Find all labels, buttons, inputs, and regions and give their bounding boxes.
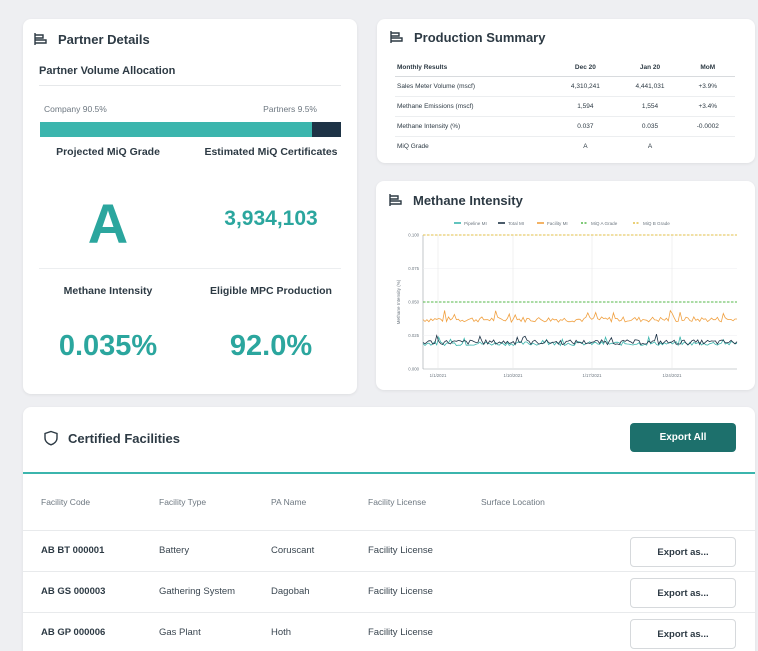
certified-facilities-title: Certified Facilities (68, 430, 180, 446)
divider (23, 472, 755, 474)
table-cell: MiQ Grade (397, 143, 429, 150)
column-header-surface-location: Surface Location (481, 497, 545, 507)
methane-intensity-value: 0.035% (58, 330, 158, 362)
certificates-value: 3,934,103 (224, 207, 318, 230)
allocation-bar (40, 122, 341, 137)
table-cell: A (583, 143, 588, 150)
company-allocation-fill (40, 122, 313, 137)
bar-chart-icon (390, 31, 403, 43)
export-as-button[interactable]: Export as... (630, 619, 736, 649)
certified-facilities-header: Certified Facilities (43, 430, 180, 446)
facility-license: Facility License (368, 545, 433, 556)
column-header: Monthly Results (395, 59, 552, 77)
y-axis-label: Methane Intensity (%) (396, 279, 401, 324)
legend-label: Facility MI (547, 221, 568, 226)
y-tick-label: 0.100 (408, 233, 419, 238)
x-tick-label: 1/10/2021 (503, 373, 523, 378)
export-as-button[interactable]: Export as... (630, 578, 736, 608)
table-cell (681, 137, 735, 157)
facility-code: AB BT 000001 (41, 545, 105, 556)
production-summary-title: Production Summary (414, 29, 546, 45)
export-all-button[interactable]: Export All (630, 423, 736, 452)
partner-details-card: Partner Details Partner Volume Allocatio… (23, 19, 357, 394)
facility-code: AB GP 000006 (41, 627, 106, 638)
divider (39, 85, 341, 86)
table-cell: 0.035 (619, 116, 681, 137)
facility-type: Gas Plant (159, 627, 201, 638)
x-tick-label: 1/17/2021 (582, 373, 602, 378)
certificates-label: Estimated MiQ Certificates (204, 146, 338, 158)
projected-grade-value: A (87, 192, 129, 255)
facility-license: Facility License (368, 627, 433, 638)
volume-allocation-title: Partner Volume Allocation (39, 65, 176, 77)
facility-mi-line (422, 309, 737, 324)
production-summary-table: Monthly Results Dec 20 Jan 20 MoM Sales … (395, 59, 735, 156)
production-summary-header: Production Summary (389, 29, 545, 45)
table-header-row: Monthly Results Dec 20 Jan 20 MoM (395, 59, 735, 77)
column-header: Dec 20 (551, 59, 620, 77)
production-summary-card: Production Summary Monthly Results Dec 2… (377, 19, 755, 163)
table-cell: Sales Meter Volume (mscf) (395, 76, 552, 97)
partners-share-label: Partners 9.5% (263, 104, 317, 114)
table-cell: A (647, 143, 653, 150)
table-cell: 0.037 (551, 116, 620, 137)
table-row: Sales Meter Volume (mscf) 4,310,241 4,44… (395, 76, 735, 97)
divider (39, 268, 341, 269)
y-tick-label: 0.025 (408, 333, 419, 338)
facility-type: Battery (159, 545, 190, 556)
certified-facilities-card: Certified Facilities Export All Facility… (23, 407, 755, 651)
table-cell: Methane Emissions (mscf) (395, 96, 552, 117)
column-header-pa-name: PA Name (271, 497, 307, 507)
table-cell: 4,441,031 (619, 76, 681, 97)
table-row: AB GS 000003 Gathering System Dagobah Fa… (23, 571, 755, 612)
column-header: MoM (680, 59, 735, 77)
table-cell: -0.0002 (680, 116, 735, 137)
y-tick-label: 0.075 (408, 266, 419, 271)
column-header-facility-code: Facility Code (41, 497, 91, 507)
x-tick-label: 1/24/2021 (662, 373, 682, 378)
methane-intensity-title: Methane Intensity (413, 192, 523, 208)
table-row: AB BT 000001 Battery Coruscant Facility … (23, 530, 755, 571)
methane-intensity-header: Methane Intensity (388, 192, 523, 208)
table-row: MiQ Grade A A (395, 137, 735, 157)
y-tick-label: 0.050 (408, 300, 419, 305)
table-cell: 4,310,241 (551, 76, 620, 97)
table-row: Methane Emissions (mscf) 1,594 1,554 +3.… (395, 96, 735, 117)
facility-code: AB GS 000003 (41, 586, 106, 597)
y-tick-label: 0.000 (408, 367, 419, 372)
column-header: Jan 20 (619, 59, 681, 77)
column-header-facility-type: Facility Type (159, 497, 207, 507)
table-row: Methane Intensity (%) 0.037 0.035 -0.000… (395, 116, 735, 137)
x-tick-label: 1/1/2021 (430, 373, 447, 378)
legend-label: Total MI (508, 221, 524, 226)
methane-intensity-card: Methane Intensity Pipeline MI Total MI Fac… (376, 181, 755, 390)
facility-license: Facility License (368, 586, 433, 597)
shield-icon (44, 430, 58, 446)
mpc-label: Eligible MPC Production (210, 285, 332, 297)
table-cell: +3.9% (680, 76, 735, 97)
partner-details-title: Partner Details (58, 31, 150, 47)
facility-type: Gathering System (159, 586, 236, 597)
legend-label: MiQ B Grade (643, 221, 670, 226)
partner-details-header: Partner Details (33, 31, 150, 47)
pa-name: Hoth (271, 627, 292, 638)
export-as-button[interactable]: Export as... (630, 537, 736, 567)
methane-intensity-chart: Pipeline MI Total MI Facility MI MiQ A Grad… (396, 221, 738, 378)
table-cell: 1,594 (551, 96, 620, 117)
projected-grade-label: Projected MiQ Grade (56, 146, 160, 158)
pa-name: Coruscant (271, 545, 315, 556)
pa-name: Dagobah (271, 586, 310, 597)
legend-label: Pipeline MI (464, 221, 487, 226)
table-row: AB GP 000006 Gas Plant Hoth Facility Lic… (23, 612, 755, 651)
table-cell: +3.4% (680, 96, 735, 117)
table-cell: 1,554 (619, 96, 681, 117)
legend-label: MiQ A Grade (591, 221, 618, 226)
methane-intensity-label: Methane Intensity (63, 285, 153, 297)
column-header-facility-license: Facility License (368, 497, 427, 507)
bar-chart-icon (389, 194, 402, 206)
mpc-value: 92.0% (229, 330, 313, 362)
bar-chart-icon (34, 33, 47, 45)
company-share-label: Company 90.5% (44, 104, 107, 114)
table-cell: Methane Intensity (%) (395, 116, 552, 137)
